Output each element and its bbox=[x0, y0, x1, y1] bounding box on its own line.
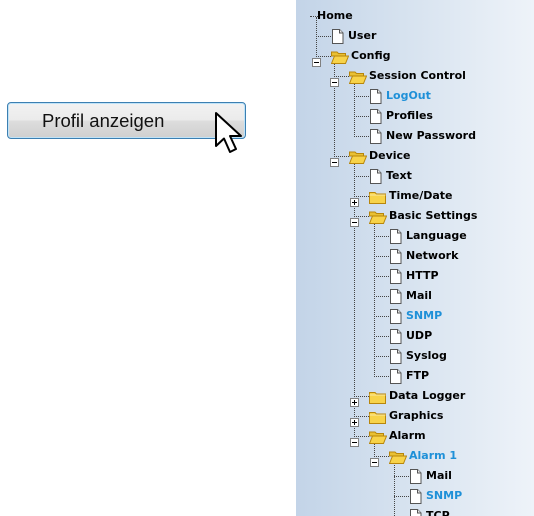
tree-item[interactable]: SNMP bbox=[296, 487, 534, 507]
tree-item-label: Home bbox=[317, 9, 353, 22]
folder-open-icon bbox=[348, 149, 368, 168]
tree-item[interactable]: New Password bbox=[296, 127, 534, 147]
tree-item[interactable]: Mail bbox=[296, 287, 534, 307]
tree-item-label: Mail bbox=[406, 289, 432, 302]
tree-item[interactable]: Data Logger bbox=[296, 387, 534, 407]
folder-icon bbox=[369, 409, 386, 428]
tree-connector bbox=[374, 316, 389, 317]
tree-connector bbox=[374, 296, 389, 297]
tree-item-label: Device bbox=[369, 149, 411, 162]
tree-item[interactable]: UDP bbox=[296, 327, 534, 347]
tree-item[interactable]: Language bbox=[296, 227, 534, 247]
tree-item-label: Graphics bbox=[389, 409, 444, 422]
folder-open-icon bbox=[388, 449, 408, 468]
tree-item-label: LogOut bbox=[386, 89, 431, 102]
tree-item-label: Session Control bbox=[369, 69, 466, 82]
tree-item[interactable]: Device bbox=[296, 147, 534, 167]
tree-item[interactable]: Basic Settings bbox=[296, 207, 534, 227]
tree-item[interactable]: Home bbox=[296, 7, 534, 27]
tree-item-label: Syslog bbox=[406, 349, 447, 362]
tree-item[interactable]: SNMP bbox=[296, 307, 534, 327]
tree-item[interactable]: Network bbox=[296, 247, 534, 267]
tree-item-label: Alarm 1 bbox=[409, 449, 458, 462]
tree-item[interactable]: Session Control bbox=[296, 67, 534, 87]
tree-connector bbox=[394, 476, 409, 477]
file-icon bbox=[389, 309, 402, 328]
file-icon bbox=[389, 229, 402, 248]
file-icon bbox=[369, 89, 382, 108]
tree-item[interactable]: Alarm bbox=[296, 427, 534, 447]
tree-connector bbox=[354, 116, 369, 117]
tree-item[interactable]: Alarm 1 bbox=[296, 447, 534, 467]
tree-connector bbox=[374, 256, 389, 257]
mouse-pointer-icon bbox=[215, 112, 242, 153]
tree-item-label: SNMP bbox=[426, 489, 463, 502]
tree-item[interactable]: TCP bbox=[296, 507, 534, 516]
navigation-tree: Home User Config Session Control LogOut Profi… bbox=[296, 0, 534, 516]
tree-item-label: UDP bbox=[406, 329, 433, 342]
file-icon bbox=[409, 469, 422, 488]
tree-connector bbox=[374, 336, 389, 337]
tree-item-label: Text bbox=[386, 169, 412, 182]
tree-item[interactable]: Text bbox=[296, 167, 534, 187]
file-icon bbox=[389, 369, 402, 388]
tree-item[interactable]: Syslog bbox=[296, 347, 534, 367]
tree-connector bbox=[354, 176, 369, 177]
tree-item-label: New Password bbox=[386, 129, 476, 142]
tree-connector bbox=[354, 136, 369, 137]
tree-item-label: TCP bbox=[426, 509, 450, 516]
file-icon bbox=[389, 349, 402, 368]
tree-item-label: Network bbox=[406, 249, 459, 262]
folder-open-icon bbox=[330, 49, 350, 68]
tree-item-label: Alarm bbox=[389, 429, 426, 442]
show-profile-button-label: Profil anzeigen bbox=[42, 109, 165, 131]
tree-item[interactable]: LogOut bbox=[296, 87, 534, 107]
tree-item[interactable]: HTTP bbox=[296, 267, 534, 287]
file-icon bbox=[331, 29, 344, 48]
tree-item-label: HTTP bbox=[406, 269, 439, 282]
file-icon bbox=[389, 269, 402, 288]
tree-item-label: Profiles bbox=[386, 109, 433, 122]
tree-item[interactable]: FTP bbox=[296, 367, 534, 387]
folder-icon bbox=[369, 389, 386, 408]
file-icon bbox=[409, 489, 422, 508]
tree-item[interactable]: Config bbox=[296, 47, 534, 67]
folder-open-icon bbox=[348, 69, 368, 88]
tree-item-label: SNMP bbox=[406, 309, 443, 322]
tree-connector bbox=[394, 496, 409, 497]
tree-item[interactable]: Mail bbox=[296, 467, 534, 487]
tree-item-label: User bbox=[348, 29, 377, 42]
tree-item[interactable]: Graphics bbox=[296, 407, 534, 427]
tree-connector bbox=[354, 96, 369, 97]
file-icon bbox=[389, 249, 402, 268]
folder-icon bbox=[369, 189, 386, 208]
tree-item-label: Config bbox=[351, 49, 391, 62]
folder-open-icon bbox=[368, 209, 388, 228]
show-profile-button[interactable]: Profil anzeigen bbox=[7, 102, 246, 139]
tree-connector bbox=[316, 36, 331, 37]
tree-connector bbox=[374, 276, 389, 277]
tree-item-label: Language bbox=[406, 229, 467, 242]
file-icon bbox=[389, 289, 402, 308]
folder-open-icon bbox=[368, 429, 388, 448]
file-icon bbox=[369, 109, 382, 128]
file-icon bbox=[369, 169, 382, 188]
tree-connector bbox=[374, 356, 389, 357]
tree-item-label: Data Logger bbox=[389, 389, 466, 402]
tree-connector bbox=[374, 236, 389, 237]
file-icon bbox=[369, 129, 382, 148]
tree-item[interactable]: Time/Date bbox=[296, 187, 534, 207]
tree-item-label: FTP bbox=[406, 369, 430, 382]
file-icon bbox=[389, 329, 402, 348]
tree-item[interactable]: User bbox=[296, 27, 534, 47]
tree-item-label: Mail bbox=[426, 469, 452, 482]
tree-item[interactable]: Profiles bbox=[296, 107, 534, 127]
tree-item-label: Basic Settings bbox=[389, 209, 478, 222]
tree-item-label: Time/Date bbox=[389, 189, 453, 202]
tree-connector bbox=[374, 376, 389, 377]
file-icon bbox=[409, 509, 422, 516]
